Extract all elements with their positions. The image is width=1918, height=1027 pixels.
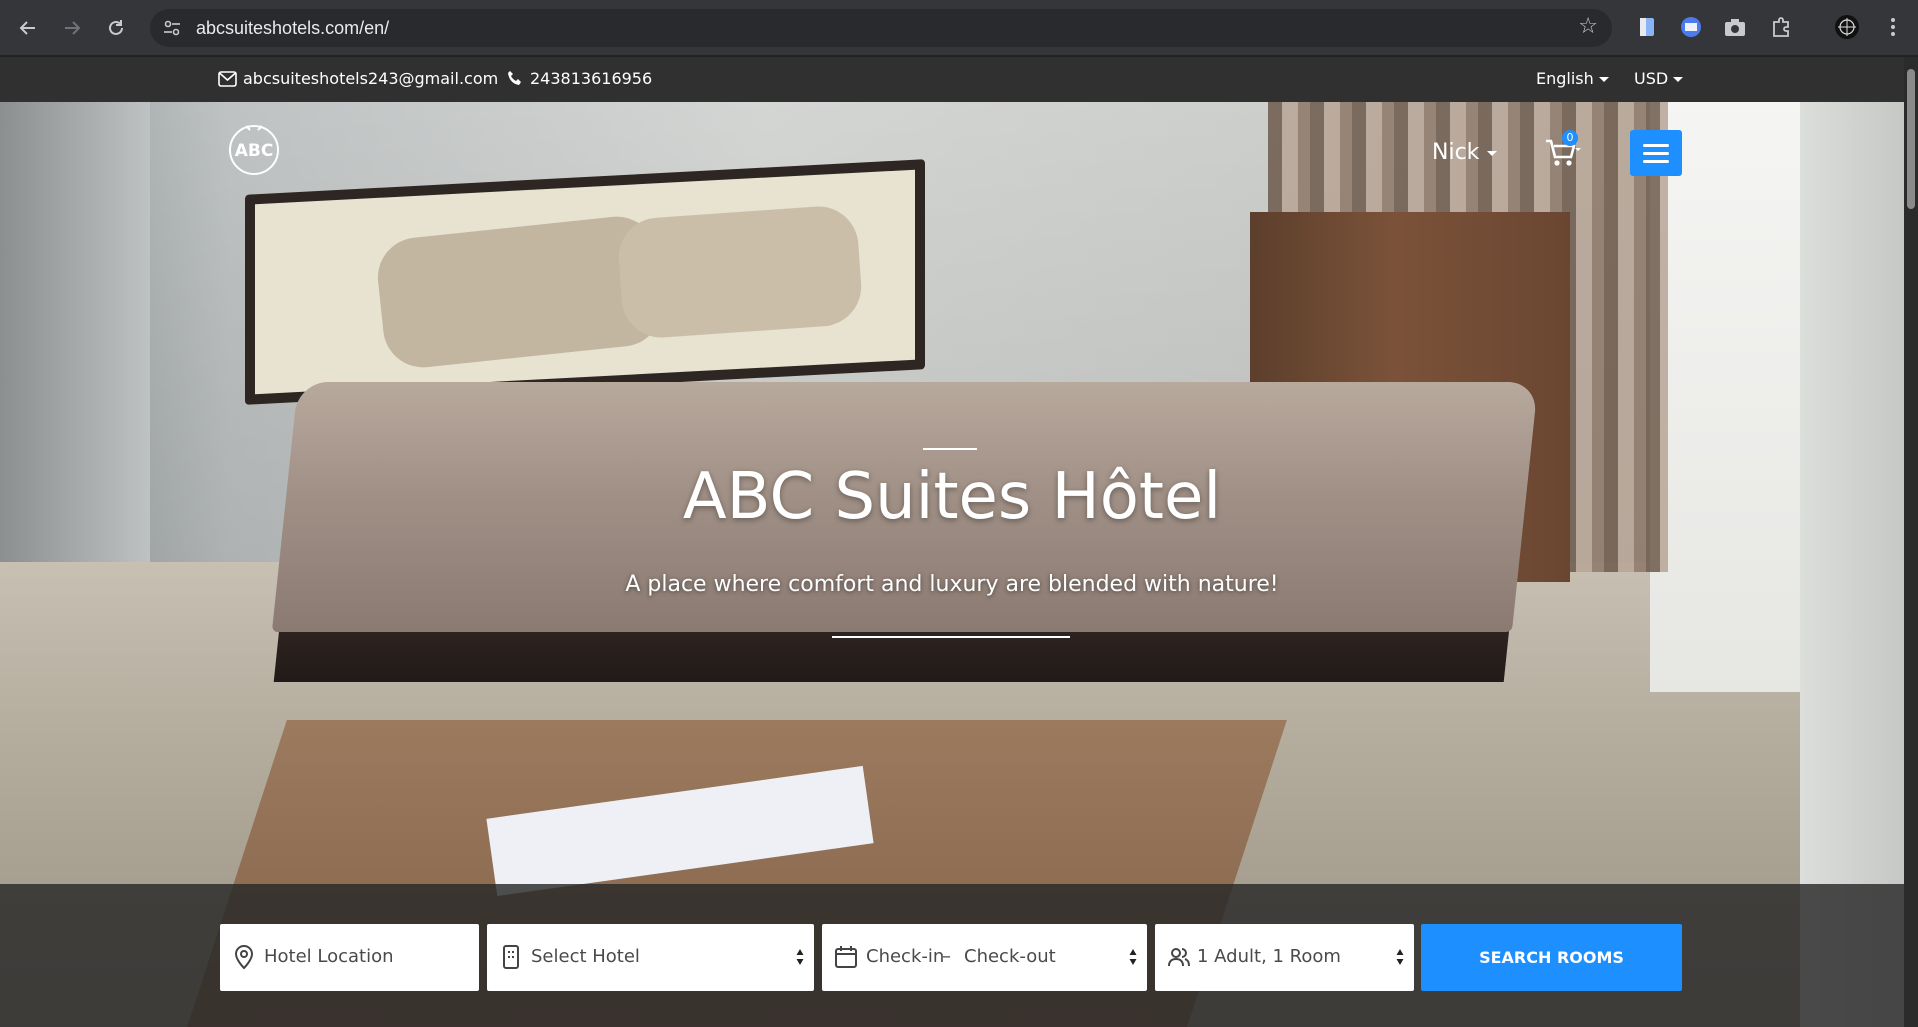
email-link[interactable]: abcsuiteshotels243@gmail.com — [243, 69, 498, 88]
occupancy-value: 1 Adult, 1 Room — [1197, 946, 1341, 967]
user-menu[interactable]: Nick — [1432, 140, 1498, 165]
updown-arrows-icon — [796, 949, 804, 965]
divider — [832, 636, 1070, 638]
menu-line — [1643, 159, 1669, 163]
puzzle-icon[interactable] — [1768, 14, 1794, 40]
address-bar[interactable]: abcsuiteshotels.com/en/ ☆ — [150, 9, 1612, 47]
translate-extension-icon[interactable] — [1678, 14, 1704, 40]
check-out-input[interactable]: Check-out — [964, 946, 1056, 967]
profile-icon[interactable] — [1834, 14, 1860, 40]
date-range-field[interactable]: Check-in – Check-out — [822, 924, 1147, 991]
language-label: English — [1536, 69, 1594, 88]
hero-photo-pillow — [616, 203, 864, 341]
select-hotel-value: Select Hotel — [531, 946, 640, 967]
hero-title: ABC Suites Hôtel — [682, 460, 1222, 534]
currency-label: USD — [1634, 69, 1669, 88]
chevron-down-icon — [1673, 77, 1684, 82]
page-scrollbar[interactable] — [1904, 57, 1918, 1027]
menu-line — [1643, 143, 1669, 147]
phone-icon — [508, 71, 521, 85]
location-pin-icon — [234, 944, 254, 970]
phone-link[interactable]: 243813616956 — [530, 69, 652, 88]
hotel-building-icon — [503, 945, 519, 969]
bookmark-star-icon[interactable]: ☆ — [1578, 14, 1598, 39]
updown-arrows-icon — [1396, 949, 1404, 965]
check-in-input[interactable]: Check-in — [866, 946, 944, 967]
select-hotel-dropdown[interactable]: Select Hotel — [487, 924, 814, 991]
more-icon[interactable] — [1880, 14, 1906, 40]
cart-count-badge: 0 — [1562, 130, 1578, 146]
menu-line — [1643, 151, 1669, 155]
hero-subtitle: A place where comfort and luxury are ble… — [625, 572, 1279, 597]
reload-icon[interactable] — [100, 12, 132, 44]
abc-logo[interactable]: ABC — [226, 120, 282, 176]
occupancy-dropdown[interactable]: 1 Adult, 1 Room — [1155, 924, 1414, 991]
scrollbar-thumb[interactable] — [1907, 69, 1915, 209]
hotel-location-field[interactable]: Hotel Location — [220, 924, 479, 991]
envelope-icon — [218, 71, 237, 87]
logo-text: ABC — [235, 141, 274, 161]
url-text[interactable]: abcsuiteshotels.com/en/ — [196, 18, 389, 39]
hotel-location-placeholder: Hotel Location — [264, 946, 394, 967]
hamburger-menu-button[interactable] — [1630, 130, 1682, 176]
back-icon[interactable] — [12, 12, 44, 44]
chevron-down-icon — [1598, 77, 1609, 82]
hero-photo-window — [1650, 102, 1820, 692]
language-dropdown[interactable]: English — [1536, 69, 1609, 88]
camera-icon[interactable] — [1722, 14, 1748, 40]
divider — [923, 448, 977, 450]
updown-arrows-icon — [1129, 949, 1137, 965]
chevron-down-icon — [1487, 150, 1498, 156]
date-separator: – — [942, 946, 951, 967]
contact-bar: abcsuiteshotels243@gmail.com 24381361695… — [0, 57, 1918, 102]
docs-extension-icon[interactable] — [1634, 14, 1660, 40]
calendar-icon — [835, 946, 857, 968]
browser-toolbar: abcsuiteshotels.com/en/ ☆ — [0, 0, 1918, 56]
search-rooms-button[interactable]: SEARCH ROOMS — [1421, 924, 1682, 991]
users-icon — [1168, 948, 1190, 967]
currency-dropdown[interactable]: USD — [1634, 69, 1684, 88]
hero-section: ABC Nick 0 ABC Suites Hôtel A place wher… — [0, 102, 1904, 1027]
user-name: Nick — [1432, 140, 1480, 165]
site-info-icon[interactable] — [162, 18, 182, 38]
forward-icon[interactable] — [56, 12, 88, 44]
